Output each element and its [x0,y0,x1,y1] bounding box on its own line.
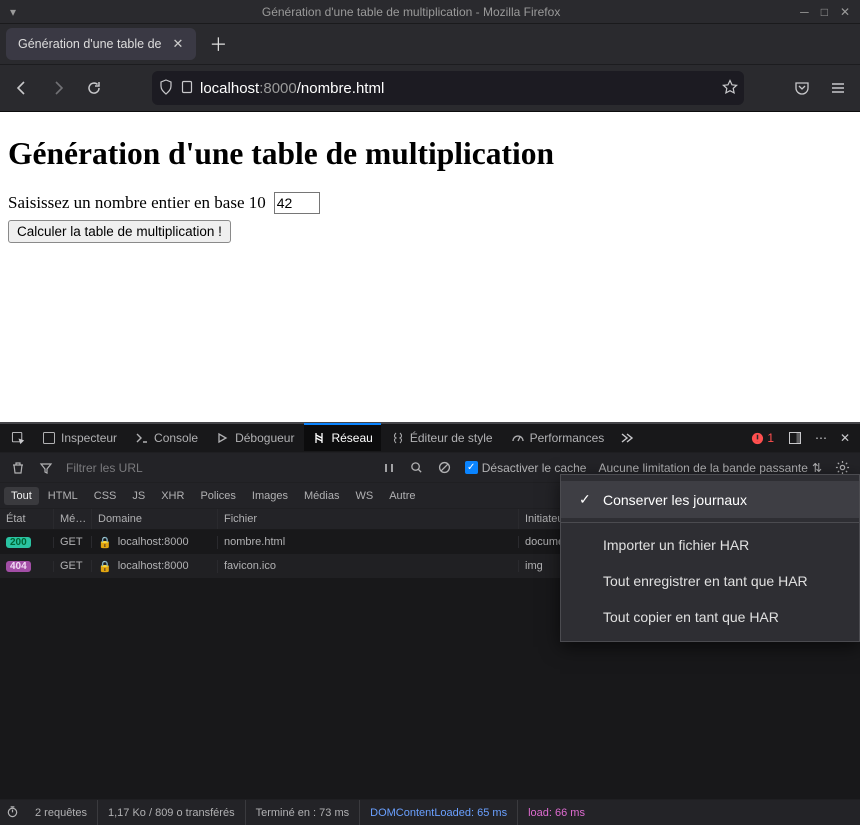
pocket-icon[interactable] [786,72,818,104]
popup-import-har[interactable]: Importer un fichier HAR [561,527,859,563]
block-icon[interactable] [431,456,459,480]
lock-icon: 🔒 [98,536,112,549]
devtools-pick-element-icon[interactable] [4,422,32,454]
filter-css[interactable]: CSS [87,487,124,505]
devtools-kebab-icon[interactable]: ⋯ [810,422,832,454]
devtools-tab-performance[interactable]: Performances [503,424,613,452]
filter-funnel-icon[interactable] [32,456,60,480]
status-transfer: 1,17 Ko / 809 o transférés [98,800,246,825]
devtools-tab-network[interactable]: Réseau [304,423,380,451]
window-maximize-icon[interactable]: □ [821,5,828,19]
calculate-button[interactable]: Calculer la table de multiplication ! [8,220,231,243]
col-status[interactable]: État [0,509,54,529]
check-icon: ✓ [579,491,593,508]
popup-persist-logs[interactable]: ✓ Conserver les journaux [561,481,859,518]
filter-xhr[interactable]: XHR [154,487,191,505]
window-title: Génération d'une table de multiplication… [22,5,800,19]
devtools-error-count[interactable]: 1 [745,431,780,445]
url-text: localhost:8000/nombre.html [200,80,716,97]
devtools-tab-debugger[interactable]: Débogueur [208,424,302,452]
url-bar[interactable]: localhost:8000/nombre.html [152,71,744,105]
nav-bar: localhost:8000/nombre.html [0,64,860,112]
number-input[interactable] [274,192,320,214]
devtools-tabs-overflow-icon[interactable] [614,422,640,454]
tab-title: Génération d'une table de [18,37,161,51]
number-label: Saisissez un nombre entier en base 10 [8,193,266,213]
stopwatch-icon[interactable] [6,805,19,821]
page-content: Génération d'une table de multiplication… [0,112,860,422]
tab-close-icon[interactable]: ✕ [167,34,188,54]
network-table-body: 200 GET 🔒localhost:8000 nombre.html docu… [0,530,860,799]
checkbox-checked-icon: ✓ [465,461,478,474]
disable-cache-checkbox[interactable]: ✓ Désactiver le cache [459,461,593,475]
devtools-tab-style-editor[interactable]: Éditeur de style [383,424,501,452]
filter-url-input[interactable]: Filtrer les URL [60,461,149,475]
window-close-icon[interactable]: ✕ [840,5,850,19]
status-badge-404: 404 [6,561,31,572]
new-tab-button[interactable]: ＋ [204,30,232,58]
popup-separator [561,522,859,523]
status-requests: 2 requêtes [25,800,98,825]
filter-other[interactable]: Autre [382,487,422,505]
col-domain[interactable]: Domaine [92,509,218,529]
throttling-select[interactable]: Aucune limitation de la bande passante ⇅ [592,461,828,475]
site-info-icon[interactable] [180,80,194,97]
network-table: État Mé… Domaine Fichier Initiateur 200 … [0,508,860,799]
devtools-close-icon[interactable]: ✕ [834,422,856,454]
network-settings-popup: ✓ Conserver les journaux Importer un fic… [560,474,860,642]
filter-media[interactable]: Médias [297,487,346,505]
app-menu-icon[interactable]: ▾ [4,5,22,19]
devtools-tab-inspector[interactable]: Inspecteur [34,424,125,452]
pause-icon[interactable] [375,456,403,480]
status-finish: Terminé en : 73 ms [246,800,361,825]
bookmark-star-icon[interactable] [722,79,738,98]
clear-requests-icon[interactable] [4,456,32,480]
status-badge-200: 200 [6,537,31,548]
back-button[interactable] [6,72,38,104]
col-method[interactable]: Mé… [54,509,92,529]
lock-icon: 🔒 [98,560,112,573]
tab-strip: Génération d'une table de ✕ ＋ [0,24,860,64]
filter-all[interactable]: Tout [4,487,39,505]
search-icon[interactable] [403,456,431,480]
browser-tab[interactable]: Génération d'une table de ✕ [6,28,196,60]
filter-fonts[interactable]: Polices [193,487,242,505]
devtools-dock-icon[interactable] [782,422,808,454]
filter-ws[interactable]: WS [348,487,380,505]
popup-save-har[interactable]: Tout enregistrer en tant que HAR [561,563,859,599]
col-file[interactable]: Fichier [218,509,519,529]
page-heading: Génération d'une table de multiplication [8,136,852,172]
status-domcontentloaded: DOMContentLoaded: 65 ms [360,800,518,825]
popup-copy-har[interactable]: Tout copier en tant que HAR [561,599,859,635]
filter-images[interactable]: Images [245,487,295,505]
shield-icon[interactable] [158,79,174,98]
app-menu-button[interactable] [822,72,854,104]
os-titlebar: ▾ Génération d'une table de multiplicati… [0,0,860,24]
network-status-bar: 2 requêtes 1,17 Ko / 809 o transférés Te… [0,799,860,825]
devtools-tabbar: Inspecteur Console Débogueur Réseau Édit… [0,422,860,452]
filter-html[interactable]: HTML [41,487,85,505]
filter-js[interactable]: JS [125,487,152,505]
status-load: load: 66 ms [518,800,595,825]
window-minimize-icon[interactable]: ─ [800,5,809,19]
chevron-updown-icon: ⇅ [812,461,822,475]
forward-button[interactable] [42,72,74,104]
reload-button[interactable] [78,72,110,104]
devtools-tab-console[interactable]: Console [127,424,206,452]
